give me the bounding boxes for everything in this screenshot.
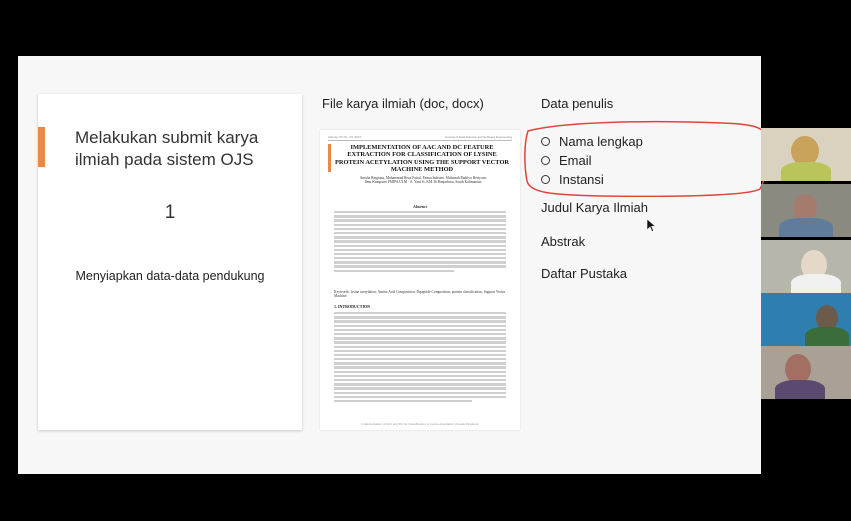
data-penulis-title: Data penulis <box>541 96 614 111</box>
paper-authors: Amalia Ringiana, Muhammad Reza Faisal, F… <box>340 176 506 184</box>
participant-video-tile[interactable] <box>761 184 851 237</box>
judul-karya-ilmiah-label: Judul Karya Ilmiah <box>541 200 648 215</box>
mouse-cursor-icon <box>647 219 656 232</box>
daftar-pustaka-label: Daftar Pustaka <box>541 266 627 281</box>
participant-video-tile[interactable] <box>761 293 851 346</box>
circle-bullet-icon <box>541 137 550 146</box>
list-item-label: Nama lengkap <box>559 134 643 149</box>
list-item-label: Email <box>559 153 592 168</box>
list-item: Nama lengkap <box>541 132 643 151</box>
presentation-slide: 1 Menyiapkan data-data pendukung Melakuk… <box>18 56 769 474</box>
circle-bullet-icon <box>541 156 550 165</box>
step-title: Melakukan submit karya ilmiah pada siste… <box>75 128 259 169</box>
paper-section-title: 1. INTRODUCTION <box>334 304 371 309</box>
participant-video-tile[interactable] <box>761 128 851 181</box>
step-subtitle: Menyiapkan data-data pendukung <box>75 269 265 283</box>
paper-abstract-text <box>334 211 506 274</box>
paper-preview: Volume XX No. XX 20XX Journal of Data Sc… <box>320 130 520 430</box>
step-number: 1 <box>164 202 176 223</box>
document-header: File karya ilmiah (doc, docx) <box>322 96 484 111</box>
list-item: Instansi <box>541 170 643 189</box>
circle-bullet-icon <box>541 175 550 184</box>
accent-bar <box>38 127 45 167</box>
paper-affiliation: Ilmu Komputer FMIPA ULM · A. Yani St. KM… <box>364 180 482 185</box>
list-item-label: Instansi <box>559 172 604 187</box>
list-item: Email <box>541 151 643 170</box>
paper-rule <box>328 140 512 141</box>
paper-accent-bar <box>328 144 331 172</box>
paper-abstract-title: Abstract <box>413 204 427 209</box>
participant-video-tile[interactable] <box>761 240 851 293</box>
participant-video-tile[interactable] <box>761 346 851 399</box>
data-penulis-list: Nama lengkap Email Instansi <box>541 132 643 189</box>
paper-body-text <box>334 312 506 404</box>
abstrak-label: Abstrak <box>541 234 586 249</box>
paper-title: IMPLEMENTATION OF AAC AND DC FEATURE EXT… <box>334 144 510 174</box>
paper-keywords: Keywords: lysine acetylation, Amino Acid… <box>334 290 506 298</box>
paper-footer: Implementation of AAC and DC for Classif… <box>361 422 479 426</box>
